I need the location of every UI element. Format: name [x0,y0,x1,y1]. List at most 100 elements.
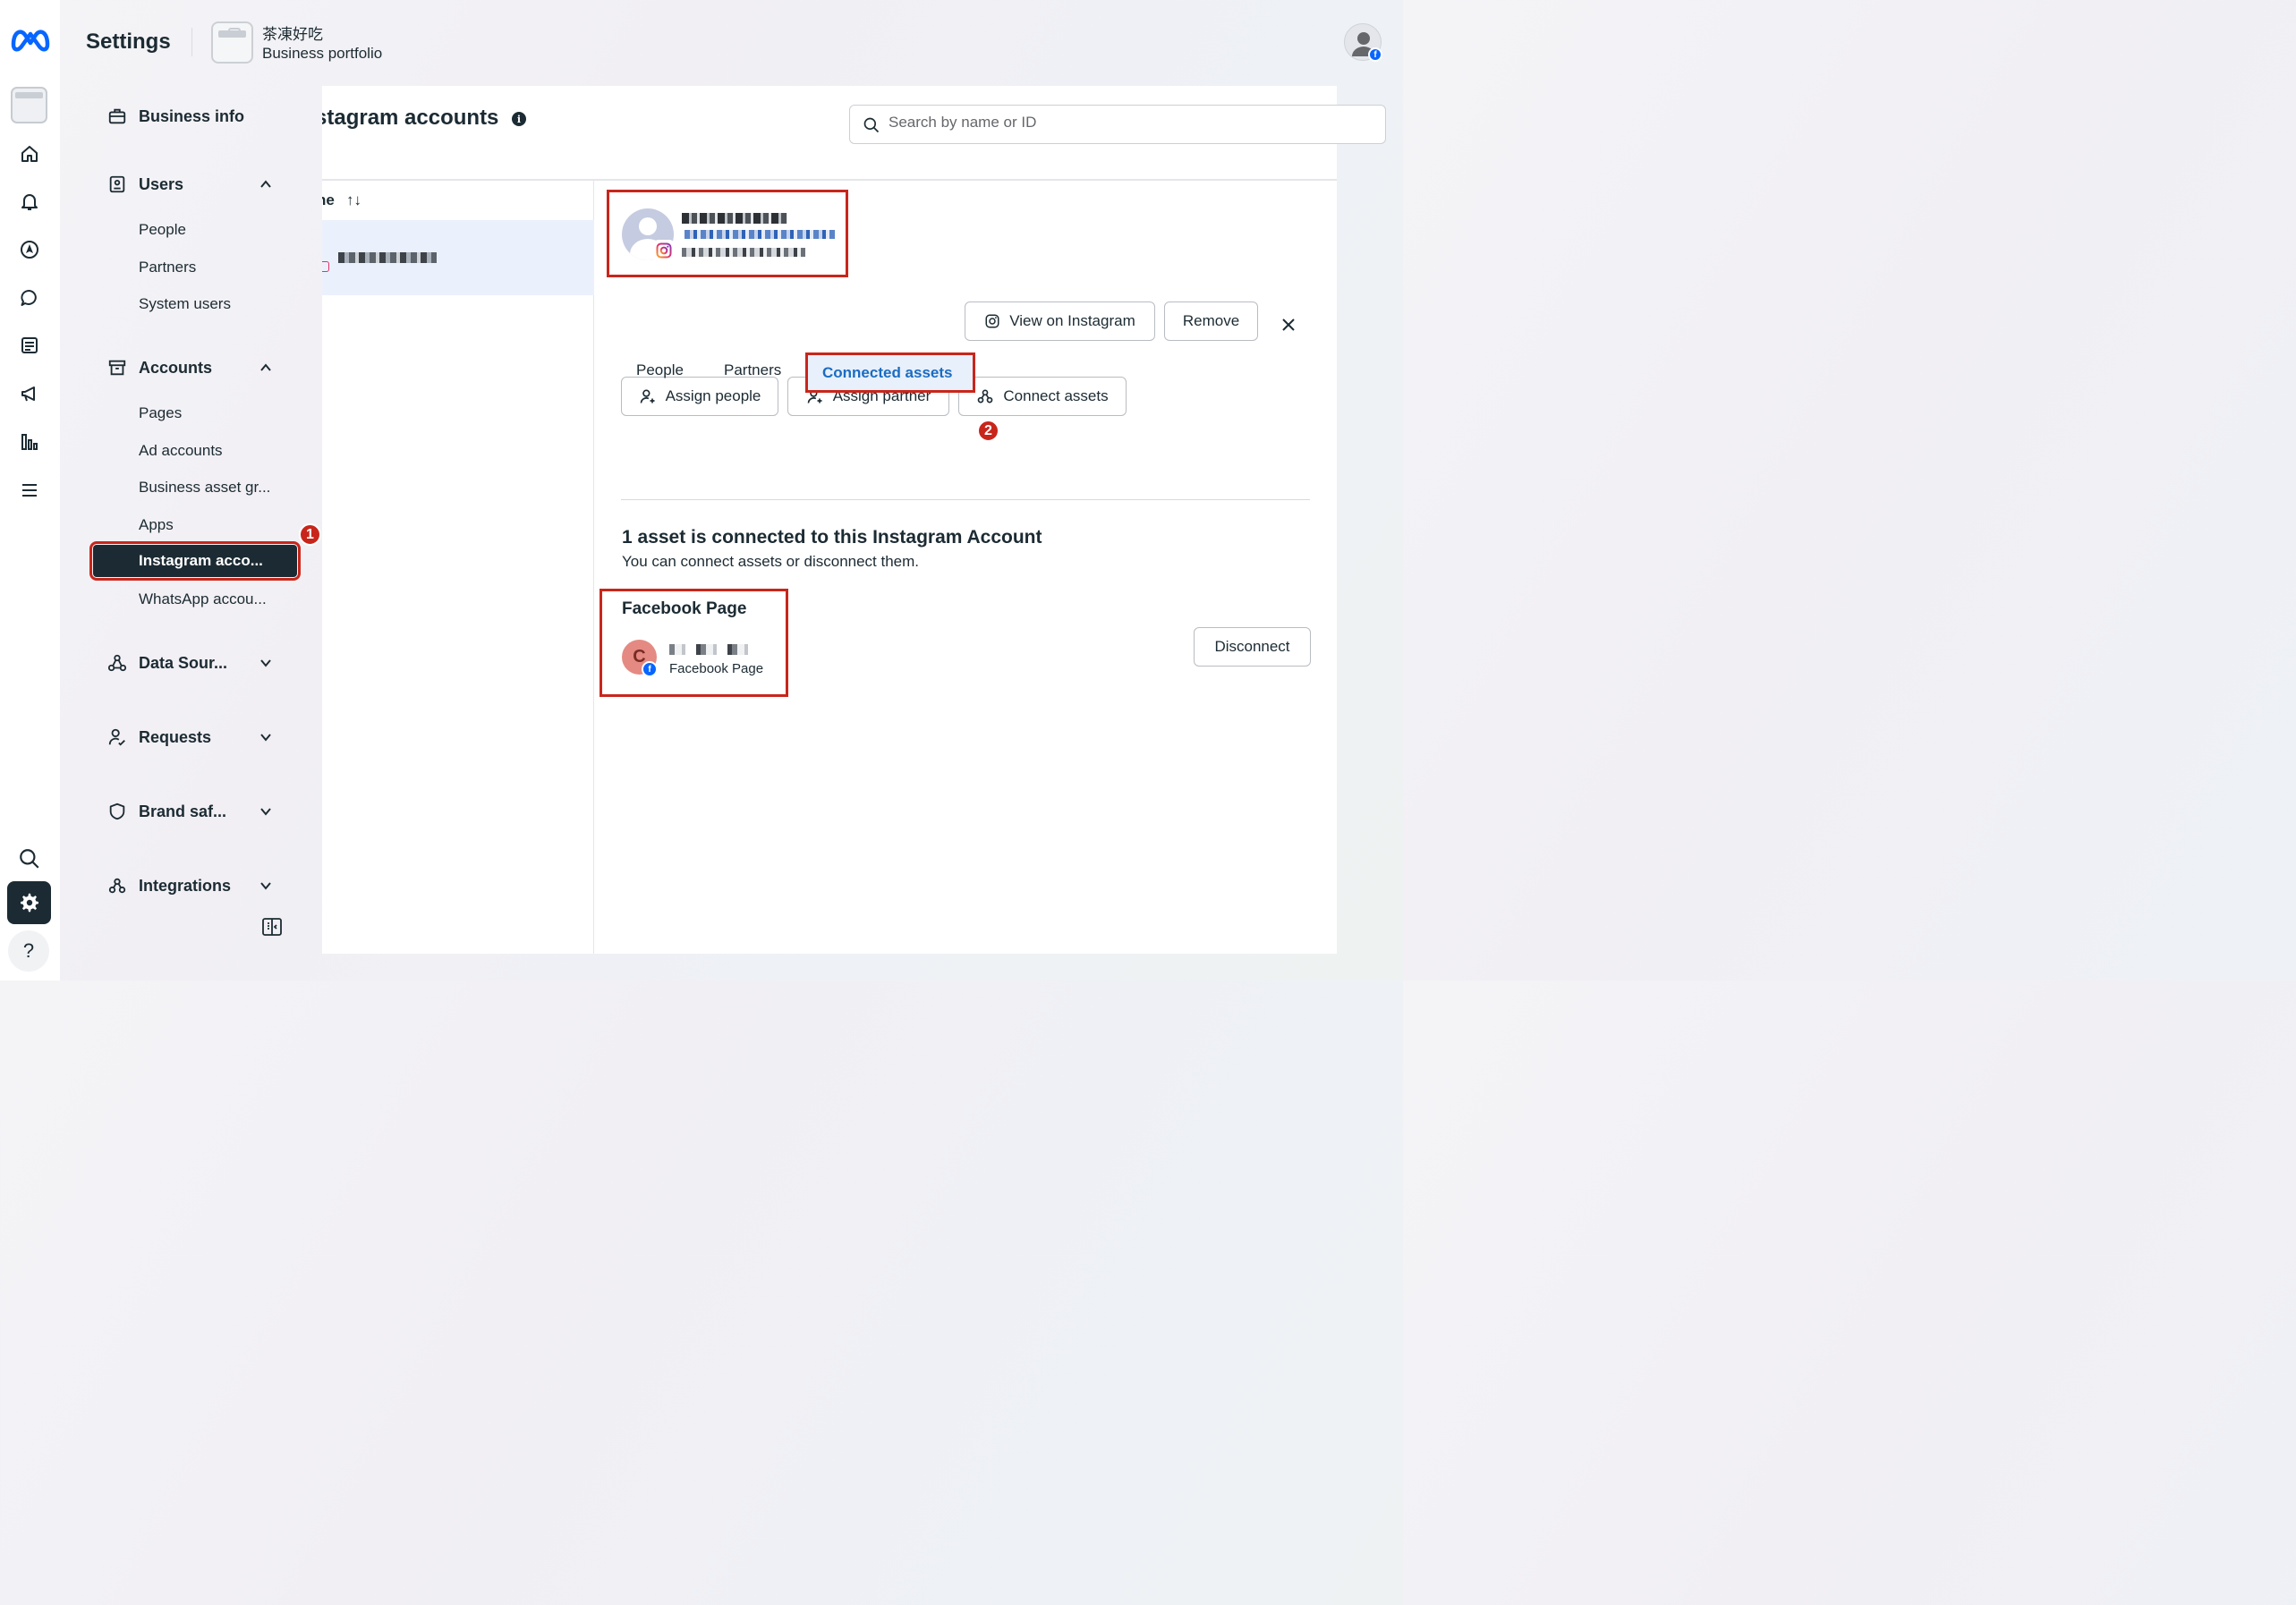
redacted-profile-meta [682,248,805,257]
connected-assets-heading: 1 asset is connected to this Instagram A… [622,527,1042,548]
person-add-icon [639,387,657,405]
data-sources-icon [106,652,128,674]
view-on-instagram-button[interactable]: View on Instagram [965,301,1155,341]
gear-icon[interactable] [7,881,51,924]
search-icon[interactable] [7,839,51,879]
nav-item-ad-accounts[interactable]: Ad accounts [139,442,223,460]
nav-business-info-label: Business info [139,106,245,125]
instagram-icon [653,240,675,261]
business-type: Business portfolio [262,45,383,62]
chat-icon[interactable] [7,278,51,318]
disconnect-button[interactable]: Disconnect [1194,627,1311,667]
search-input[interactable] [889,114,1246,132]
assign-people-label: Assign people [665,387,761,404]
connect-assets-button[interactable]: Connect assets [958,377,1127,416]
nav-item-instagram-accounts[interactable]: Instagram acco... [89,541,301,581]
account-detail: View on Instagram Remove Assign people A… [595,181,1337,954]
nav-item-apps[interactable]: Apps [139,516,174,534]
chevron-down-icon[interactable] [257,877,275,895]
facebook-icon: f [642,661,658,677]
chevron-up-icon[interactable] [257,175,275,193]
remove-label: Remove [1182,312,1240,329]
id-card-icon [106,174,128,195]
tab-people[interactable]: People [636,361,684,379]
connect-assets-icon [976,387,994,405]
portfolio-icon[interactable] [11,87,47,123]
search-field[interactable] [849,105,1386,144]
person-check-icon [106,726,128,748]
nav-brand-safety[interactable]: Brand saf... [106,798,226,825]
nav-item-pages[interactable]: Pages [139,404,182,422]
home-icon[interactable] [7,134,51,174]
accounts-list: ne ↑↓ [322,181,594,954]
column-header-name[interactable]: ne [322,191,335,209]
nav-accounts-label: Accounts [139,358,213,377]
meta-logo[interactable] [10,23,51,54]
compass-icon[interactable] [7,230,51,269]
section-title: stagram accounts [322,106,499,130]
list-item[interactable] [322,220,594,295]
facebook-page-section-title: Facebook Page [622,599,747,618]
nav-data-sources[interactable]: Data Sour... [106,650,227,676]
nav-users-label: Users [139,174,184,193]
nav-data-sources-label: Data Sour... [139,653,228,672]
page-type-label: Facebook Page [669,661,764,676]
portfolio-avatar[interactable] [211,21,253,64]
redacted-account-name [338,252,437,263]
nav-accounts[interactable]: Accounts [106,354,212,381]
redacted-page-name [669,644,748,655]
nav-requests-label: Requests [139,727,212,746]
insights-icon[interactable] [7,422,51,462]
tab-connected-assets-label: Connected assets [822,364,953,381]
settings-nav: Business info Users People Partners Syst… [60,86,322,981]
annotation-badge-2: 2 [977,420,999,442]
view-on-instagram-label: View on Instagram [1009,312,1135,329]
close-icon[interactable] [1275,311,1302,338]
nav-integrations-label: Integrations [139,876,232,895]
nav-brand-safety-label: Brand saf... [139,802,227,820]
user-avatar[interactable]: f [1344,23,1382,62]
redacted-username [682,213,787,224]
nav-integrations[interactable]: Integrations [106,872,231,899]
briefcase-icon [106,106,128,127]
chevron-down-icon[interactable] [257,654,275,672]
collapse-sidebar-icon[interactable] [261,916,283,938]
sort-icon[interactable]: ↑↓ [346,191,361,209]
nav-business-info[interactable]: Business info [106,103,244,130]
icon-rail: ? [0,0,60,981]
main-panel: stagram accounts i ne ↑↓ View on Instagr… [322,86,1337,954]
help-icon[interactable]: ? [8,930,49,972]
page-title: Settings [86,30,171,54]
facebook-badge-icon: f [1368,47,1382,62]
bell-icon[interactable] [7,182,51,221]
info-icon[interactable]: i [512,112,526,126]
chevron-up-icon[interactable] [257,359,275,377]
assign-people-button[interactable]: Assign people [621,377,778,416]
nav-users[interactable]: Users [106,171,183,198]
chevron-down-icon[interactable] [257,728,275,746]
menu-icon[interactable] [7,471,51,510]
disconnect-label: Disconnect [1214,638,1290,655]
tab-connected-assets[interactable]: Connected assets [805,352,975,393]
remove-button[interactable]: Remove [1164,301,1258,341]
tab-partners[interactable]: Partners [724,361,781,379]
connect-assets-label: Connect assets [1003,387,1109,404]
content-icon[interactable] [7,326,51,365]
connected-assets-subtitle: You can connect assets or disconnect the… [622,553,920,570]
integrations-icon [106,875,128,896]
business-name[interactable]: 茶凍好吃 [262,21,323,44]
nav-item-partners[interactable]: Partners [139,259,196,276]
nav-item-whatsapp-accounts[interactable]: WhatsApp accou... [139,590,267,608]
archive-icon [106,357,128,378]
megaphone-icon[interactable] [7,374,51,413]
redacted-profile-link [685,230,835,239]
chevron-down-icon[interactable] [257,802,275,820]
instagram-outline-icon [984,313,1000,329]
nav-item-business-asset-groups[interactable]: Business asset gr... [139,479,270,497]
instagram-icon [322,261,329,272]
nav-requests[interactable]: Requests [106,724,211,751]
header-divider [191,28,192,56]
nav-item-system-users[interactable]: System users [139,295,231,313]
shield-icon [106,801,128,822]
nav-item-people[interactable]: People [139,221,186,239]
